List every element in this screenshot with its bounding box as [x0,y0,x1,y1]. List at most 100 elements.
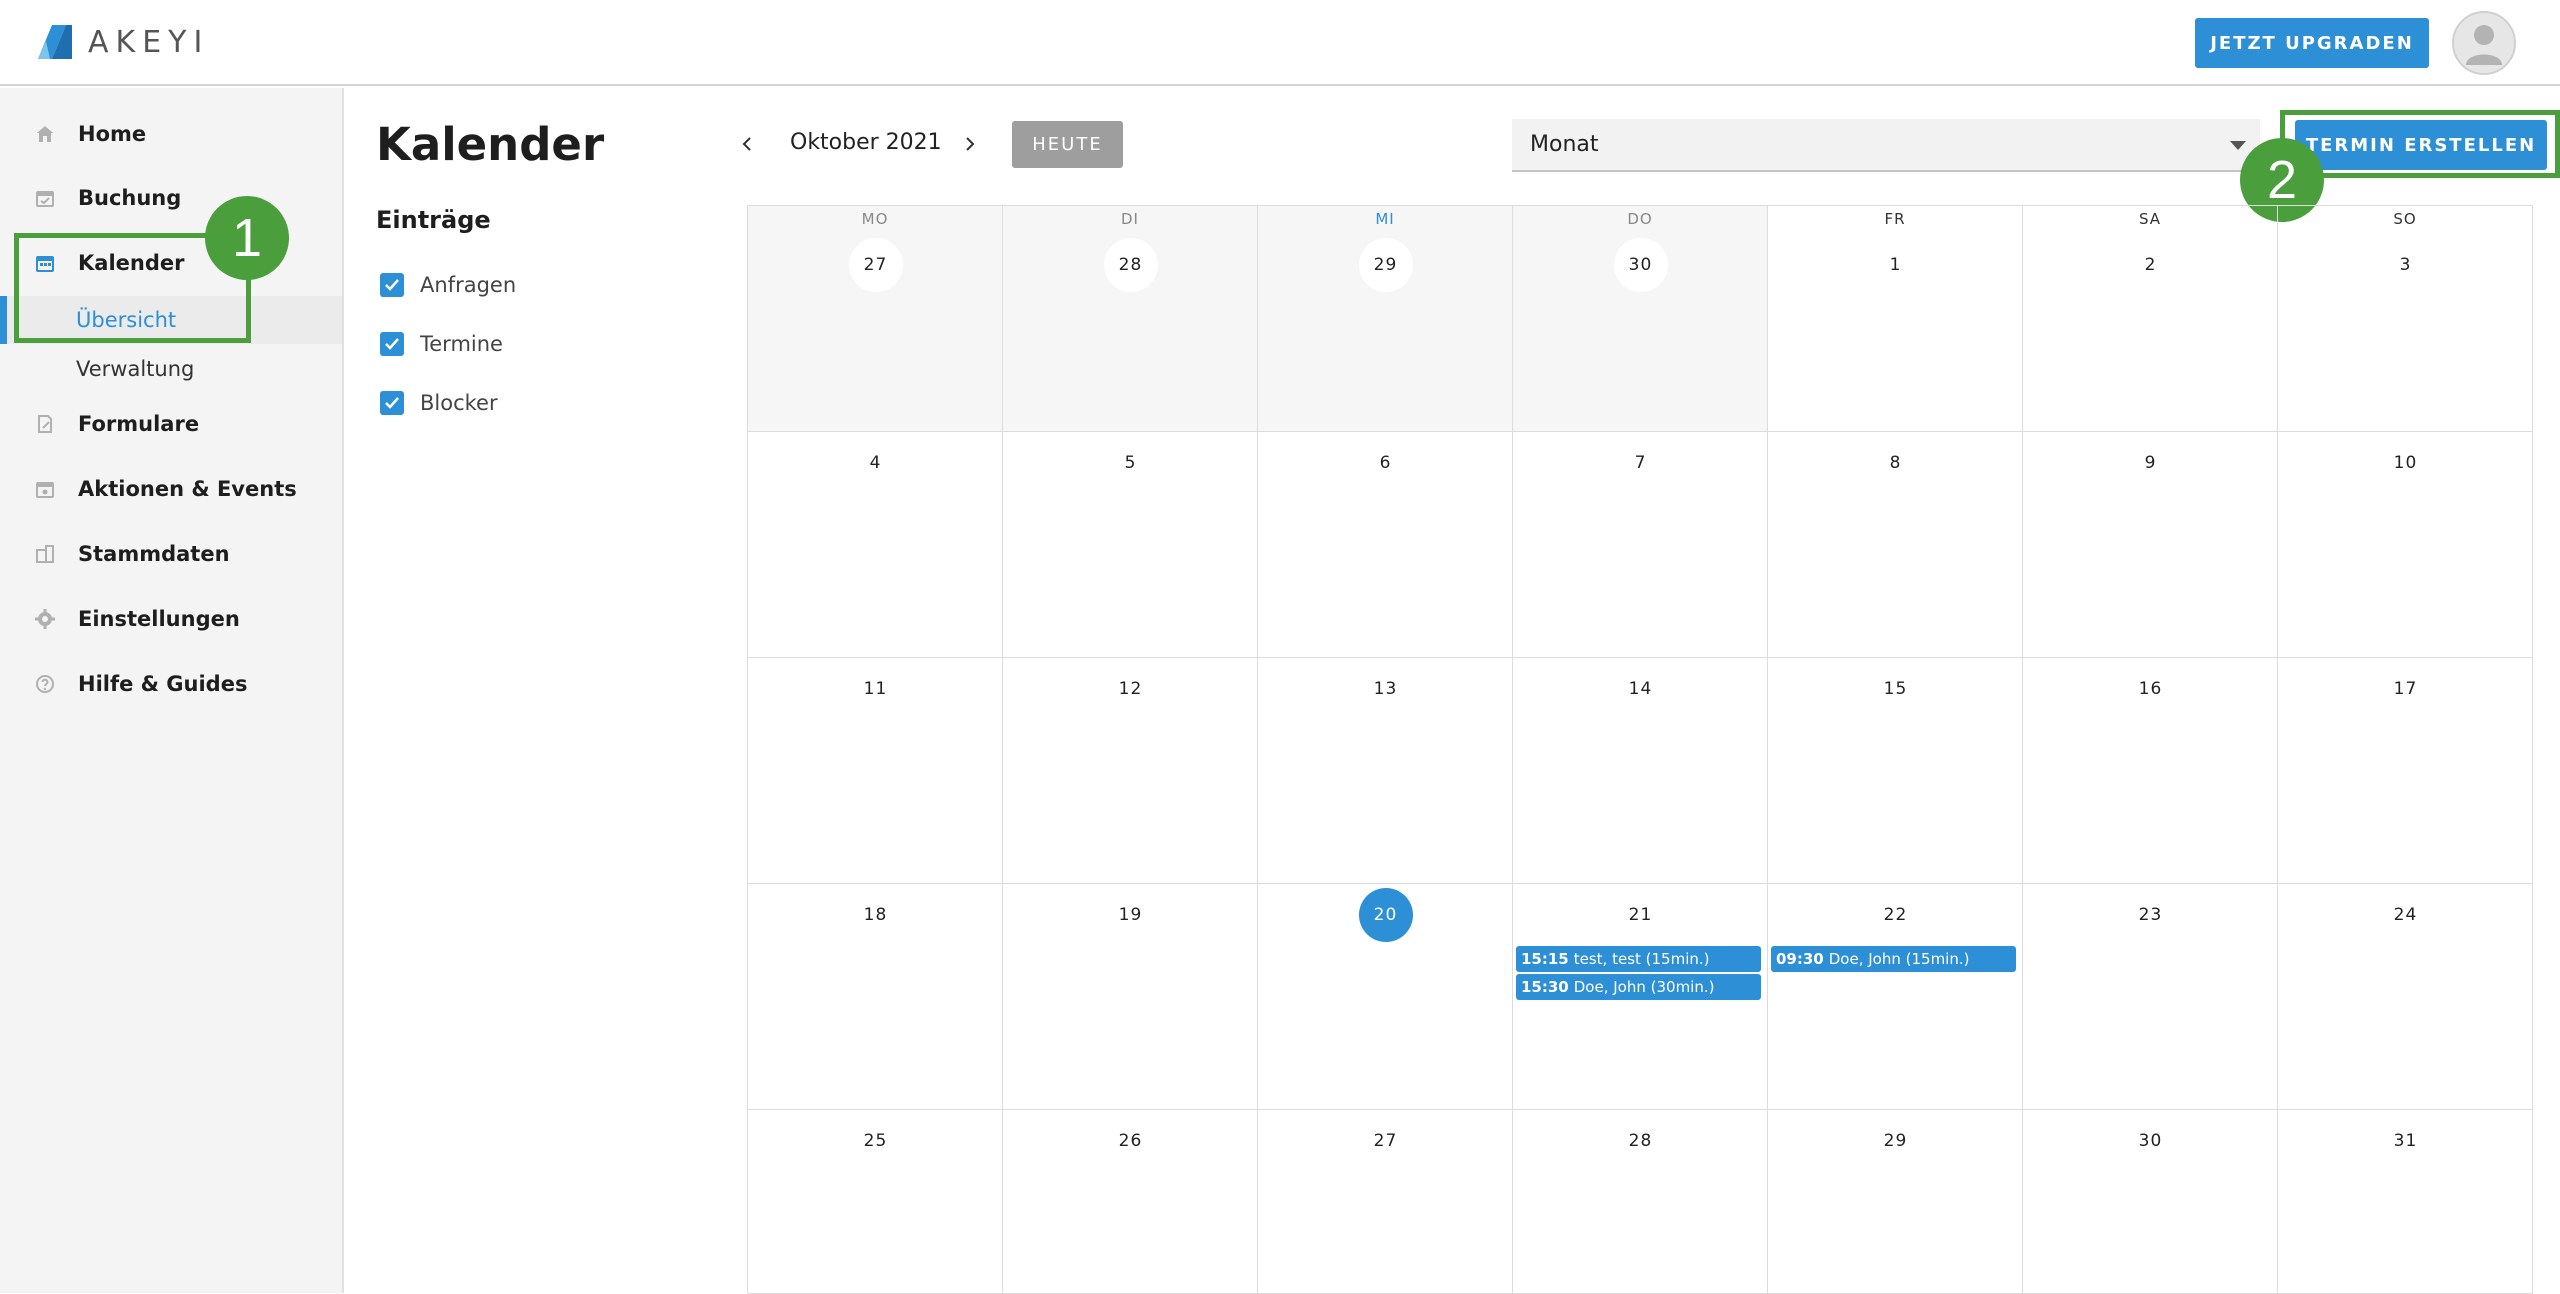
calendar-day-cell[interactable]: 16 [2023,658,2278,884]
avatar[interactable] [2452,11,2516,75]
calendar-day-cell[interactable]: 19 [1003,884,1258,1110]
checkbox-checked-icon[interactable] [380,273,404,297]
prev-month-button[interactable] [732,127,762,163]
day-number[interactable]: 22 [1869,888,1923,942]
today-day-number[interactable]: 20 [1358,888,1413,942]
sidebar-item-einstellungen[interactable]: Einstellungen [32,599,240,639]
upgrade-button[interactable]: JETZT UPGRADEN [2195,18,2429,68]
day-number[interactable]: 1 [1869,238,1923,292]
sidebar-item-label: Stammdaten [78,542,230,566]
calendar-day-cell[interactable]: 12 [1003,658,1258,884]
next-month-button[interactable] [955,127,985,163]
day-number[interactable]: 29 [1869,1114,1923,1168]
calendar-day-cell[interactable]: DO 30 [1513,206,1768,432]
sidebar-item-label: Einstellungen [78,607,240,631]
day-number[interactable]: 11 [849,662,903,716]
calendar-day-cell[interactable]: 17 [2278,658,2533,884]
calendar-day-cell[interactable]: 7 [1513,432,1768,658]
day-number[interactable]: 31 [2379,1114,2433,1168]
event-time: 15:30 [1521,978,1569,996]
calendar-day-cell[interactable]: 14 [1513,658,1768,884]
day-number[interactable]: 27 [848,238,903,292]
calendar-day-cell[interactable]: 20 [1258,884,1513,1110]
day-number[interactable]: 30 [2124,1114,2178,1168]
calendar-event[interactable]: 15:30 Doe, John (30min.) [1516,974,1761,1000]
calendar-event[interactable]: 15:15 test, test (15min.) [1516,946,1761,972]
calendar-day-cell[interactable]: 6 [1258,432,1513,658]
day-number[interactable]: 28 [1103,238,1158,292]
calendar-day-cell[interactable]: 23 [2023,884,2278,1110]
sidebar-item-aktionen-events[interactable]: Aktionen & Events [32,469,297,509]
sidebar-item-formulare[interactable]: Formulare [32,404,199,444]
calendar-day-cell[interactable]: 18 [748,884,1003,1110]
checkbox-checked-icon[interactable] [380,391,404,415]
day-number[interactable]: 15 [1869,662,1923,716]
weekday-header: DO [1627,210,1653,228]
day-number[interactable]: 23 [2124,888,2178,942]
day-number[interactable]: 3 [2379,238,2433,292]
calendar-day-cell[interactable]: 30 [2023,1110,2278,1294]
calendar-day-cell[interactable]: 26 [1003,1110,1258,1294]
day-number[interactable]: 21 [1614,888,1668,942]
calendar-day-cell[interactable]: 22 [1768,884,2023,1110]
calendar-day-cell[interactable]: 31 [2278,1110,2533,1294]
day-number[interactable]: 25 [849,1114,903,1168]
day-number[interactable]: 24 [2379,888,2433,942]
sidebar-item-hilfe-guides[interactable]: Hilfe & Guides [32,664,247,704]
day-number[interactable]: 28 [1614,1114,1668,1168]
calendar-day-cell[interactable]: 8 [1768,432,2023,658]
day-number[interactable]: 4 [849,436,903,490]
today-button[interactable]: HEUTE [1012,121,1123,168]
day-number[interactable]: 30 [1613,238,1668,292]
month-label: Oktober 2021 [790,130,942,155]
sidebar-subitem-verwaltung[interactable]: Verwaltung [76,349,194,389]
calendar-day-cell[interactable]: MO 27 [748,206,1003,432]
day-number[interactable]: 26 [1104,1114,1158,1168]
calendar-day-cell[interactable]: 5 [1003,432,1258,658]
day-number[interactable]: 5 [1104,436,1158,490]
calendar-day-cell[interactable]: 27 [1258,1110,1513,1294]
calendar-day-cell[interactable]: 29 [1768,1110,2023,1294]
view-select[interactable]: Monat [1512,119,2260,172]
day-number[interactable]: 12 [1104,662,1158,716]
day-number[interactable]: 6 [1359,436,1413,490]
day-number[interactable]: 27 [1359,1114,1413,1168]
day-number[interactable]: 16 [2124,662,2178,716]
calendar-day-cell[interactable]: FR 1 [1768,206,2023,432]
day-number[interactable]: 8 [1869,436,1923,490]
day-number[interactable]: 2 [2124,238,2178,292]
calendar-event[interactable]: 09:30 Doe, John (15min.) [1771,946,2016,972]
calendar-day-cell[interactable]: 28 [1513,1110,1768,1294]
calendar-day-cell[interactable]: MI 29 [1258,206,1513,432]
sidebar-item-buchung[interactable]: Buchung [32,178,181,218]
filter-anfragen[interactable]: Anfragen [380,270,516,300]
calendar-day-cell[interactable]: SO 3 [2278,206,2533,432]
calendar-day-cell[interactable]: 24 [2278,884,2533,1110]
sidebar-item-stammdaten[interactable]: Stammdaten [32,534,230,574]
day-number[interactable]: 7 [1614,436,1668,490]
day-number[interactable]: 19 [1104,888,1158,942]
calendar-day-cell[interactable]: SA 2 [2023,206,2278,432]
checkbox-checked-icon[interactable] [380,332,404,356]
calendar-day-cell[interactable]: 15 [1768,658,2023,884]
day-number[interactable]: 29 [1358,238,1413,292]
day-number[interactable]: 14 [1614,662,1668,716]
day-number[interactable]: 18 [849,888,903,942]
day-number[interactable]: 9 [2124,436,2178,490]
sidebar-item-home[interactable]: Home [32,114,146,154]
calendar-day-cell[interactable]: 25 [748,1110,1003,1294]
calendar-day-cell[interactable]: 10 [2278,432,2533,658]
calendar-day-cell[interactable]: 11 [748,658,1003,884]
day-number[interactable]: 10 [2379,436,2433,490]
calendar-day-cell[interactable]: 13 [1258,658,1513,884]
day-number[interactable]: 13 [1359,662,1413,716]
building-icon [32,541,58,567]
weekday-header: FR [1884,210,1906,228]
calendar-day-cell[interactable]: DI 28 [1003,206,1258,432]
filter-termine[interactable]: Termine [380,329,503,359]
calendar-day-cell[interactable]: 9 [2023,432,2278,658]
calendar-day-cell[interactable]: 4 [748,432,1003,658]
filter-blocker[interactable]: Blocker [380,388,498,418]
logo[interactable]: AKEYI [36,22,209,62]
day-number[interactable]: 17 [2379,662,2433,716]
